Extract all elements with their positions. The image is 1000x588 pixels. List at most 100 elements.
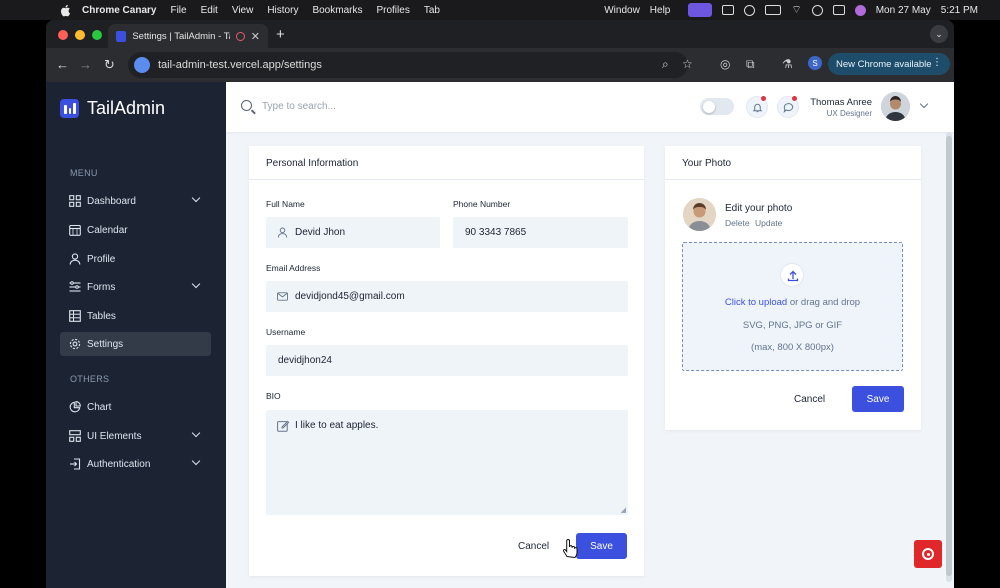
bookmark-star-icon[interactable]: ☆ [682, 57, 693, 71]
delete-photo-link[interactable]: Delete [725, 218, 750, 228]
update-photo-link[interactable]: Update [755, 218, 782, 228]
sidebar-item-settings[interactable]: Settings [60, 332, 211, 356]
control-center-icon[interactable] [832, 5, 845, 15]
sidebar-item-authentication[interactable]: Authentication [60, 452, 211, 476]
photo-cancel-button[interactable]: Cancel [794, 394, 825, 405]
scrollbar-thumb[interactable] [946, 136, 952, 576]
update-chrome-button[interactable]: New Chrome available ⋮ [828, 53, 950, 75]
profile-photo[interactable] [683, 198, 716, 231]
username-label: Username [266, 327, 306, 337]
search-icon[interactable] [241, 100, 252, 111]
display-icon[interactable] [722, 5, 735, 15]
sidebar-item-tables[interactable]: Tables [60, 304, 211, 328]
pie-chart-icon [69, 401, 81, 413]
email-address-value: devidjond45@gmail.com [295, 291, 405, 302]
login-icon [70, 458, 81, 470]
menu-view[interactable]: View [232, 5, 254, 16]
menu-window[interactable]: Window [604, 5, 640, 16]
close-window-button[interactable] [58, 30, 68, 40]
page-scrollbar[interactable] [946, 132, 952, 582]
user-name[interactable]: Thomas Anree [810, 97, 872, 108]
full-name-value: Devid Jhon [295, 227, 346, 238]
menu-app-name[interactable]: Chrome Canary [82, 5, 156, 16]
reload-button[interactable]: ↻ [104, 57, 115, 73]
browser-tab-settings[interactable]: Settings | TailAdmin - Tail ✕ [108, 24, 268, 48]
bio-textarea[interactable]: I like to eat apples. ◢ [266, 410, 628, 515]
upload-max-size: (max, 800 X 800px) [751, 342, 834, 353]
phone-number-field[interactable]: 90 3343 7865 [453, 217, 628, 248]
maximize-window-button[interactable] [92, 30, 102, 40]
menu-tab[interactable]: Tab [424, 5, 440, 16]
sidebar-item-label: Profile [87, 253, 116, 265]
full-name-field[interactable]: Devid Jhon [266, 217, 440, 248]
menubar-time[interactable]: 5:21 PM [941, 5, 978, 16]
sidebar-item-dashboard[interactable]: Dashboard [60, 189, 211, 213]
tab-search-button[interactable]: ⌄ [930, 25, 948, 43]
menu-profiles[interactable]: Profiles [376, 5, 409, 16]
menu-edit[interactable]: Edit [201, 5, 218, 16]
username-field[interactable]: devidjhon24 [266, 345, 628, 376]
site-info-icon[interactable] [134, 57, 150, 73]
user-avatar[interactable] [881, 92, 910, 121]
stop-recording-button[interactable] [914, 540, 942, 568]
close-tab-icon[interactable]: ✕ [251, 30, 260, 43]
profile-avatar[interactable]: S [808, 56, 822, 70]
layers-icon [69, 430, 81, 442]
menu-bookmarks[interactable]: Bookmarks [312, 5, 362, 16]
sidebar-item-forms[interactable]: Forms [60, 275, 211, 299]
tab-strip: Settings | TailAdmin - Tail ✕ + ⌄ [46, 20, 954, 48]
page-viewport: TailAdmin MENU Dashboard Calendar Profil… [46, 82, 954, 588]
forward-button[interactable]: → [79, 57, 92, 72]
wifi-icon[interactable]: ⌔ [791, 3, 801, 17]
search-spotlight-icon[interactable] [811, 4, 823, 16]
brand-name: TailAdmin [87, 98, 166, 118]
menu-help[interactable]: Help [650, 5, 671, 16]
address-bar[interactable]: tail-admin-test.vercel.app/settings ⌕ ☆ [128, 52, 693, 78]
click-to-upload-link[interactable]: Click to upload [725, 297, 787, 308]
tailadmin-logo-icon [60, 99, 79, 118]
play-icon[interactable] [744, 4, 756, 16]
back-button[interactable]: ← [56, 57, 69, 72]
screen: Chrome Canary File Edit View History Boo… [0, 0, 1000, 588]
save-button[interactable]: Save [576, 533, 627, 559]
chevron-down-icon[interactable] [919, 99, 929, 109]
more-menu-icon[interactable]: ⋮ [932, 57, 942, 68]
notifications-button[interactable] [746, 96, 768, 118]
menu-file[interactable]: File [170, 5, 186, 16]
upload-formats: SVG, PNG, JPG or GIF [742, 320, 843, 331]
edit-icon [277, 420, 289, 432]
labs-icon[interactable]: ⚗ [782, 57, 793, 71]
browser-window: Settings | TailAdmin - Tail ✕ + ⌄ ← → ↻ … [46, 20, 954, 588]
messages-button[interactable] [777, 96, 799, 118]
photo-save-button[interactable]: Save [852, 386, 904, 412]
cancel-button[interactable]: Cancel [518, 541, 549, 552]
sidebar-item-label: UI Elements [87, 430, 142, 442]
menu-history[interactable]: History [267, 5, 298, 16]
sidebar-item-profile[interactable]: Profile [60, 247, 211, 271]
sidebar-item-chart[interactable]: Chart [60, 395, 211, 419]
user-icon [69, 253, 81, 265]
new-tab-button[interactable]: + [276, 26, 285, 43]
siri-icon[interactable] [854, 4, 866, 16]
menubar-date[interactable]: Mon 27 May [876, 5, 931, 16]
dark-mode-toggle[interactable] [700, 98, 734, 115]
window-controls [58, 30, 102, 40]
resize-handle-icon[interactable]: ◢ [621, 506, 626, 514]
minimize-window-button[interactable] [75, 30, 85, 40]
grid-icon [69, 195, 81, 207]
sidebar-item-calendar[interactable]: Calendar [60, 218, 211, 242]
apple-icon[interactable] [58, 4, 72, 17]
card-title: Personal Information [266, 158, 359, 169]
sidebar-item-ui-elements[interactable]: UI Elements [60, 424, 211, 448]
brand-logo[interactable]: TailAdmin [60, 98, 165, 119]
address-url[interactable]: tail-admin-test.vercel.app/settings [158, 59, 322, 71]
screen-record-status-icon[interactable] [688, 3, 713, 17]
extension-record-icon[interactable]: ◎ [720, 57, 730, 71]
email-address-field[interactable]: devidjond45@gmail.com [266, 281, 628, 312]
zoom-icon[interactable]: ⌕ [662, 57, 669, 72]
extensions-icon[interactable]: ⧉ [746, 57, 755, 72]
file-dropzone[interactable]: Click to upload or drag and drop SVG, PN… [682, 242, 903, 371]
calendar-icon [69, 224, 81, 236]
battery-icon[interactable] [765, 5, 782, 15]
search-input[interactable] [262, 97, 562, 115]
